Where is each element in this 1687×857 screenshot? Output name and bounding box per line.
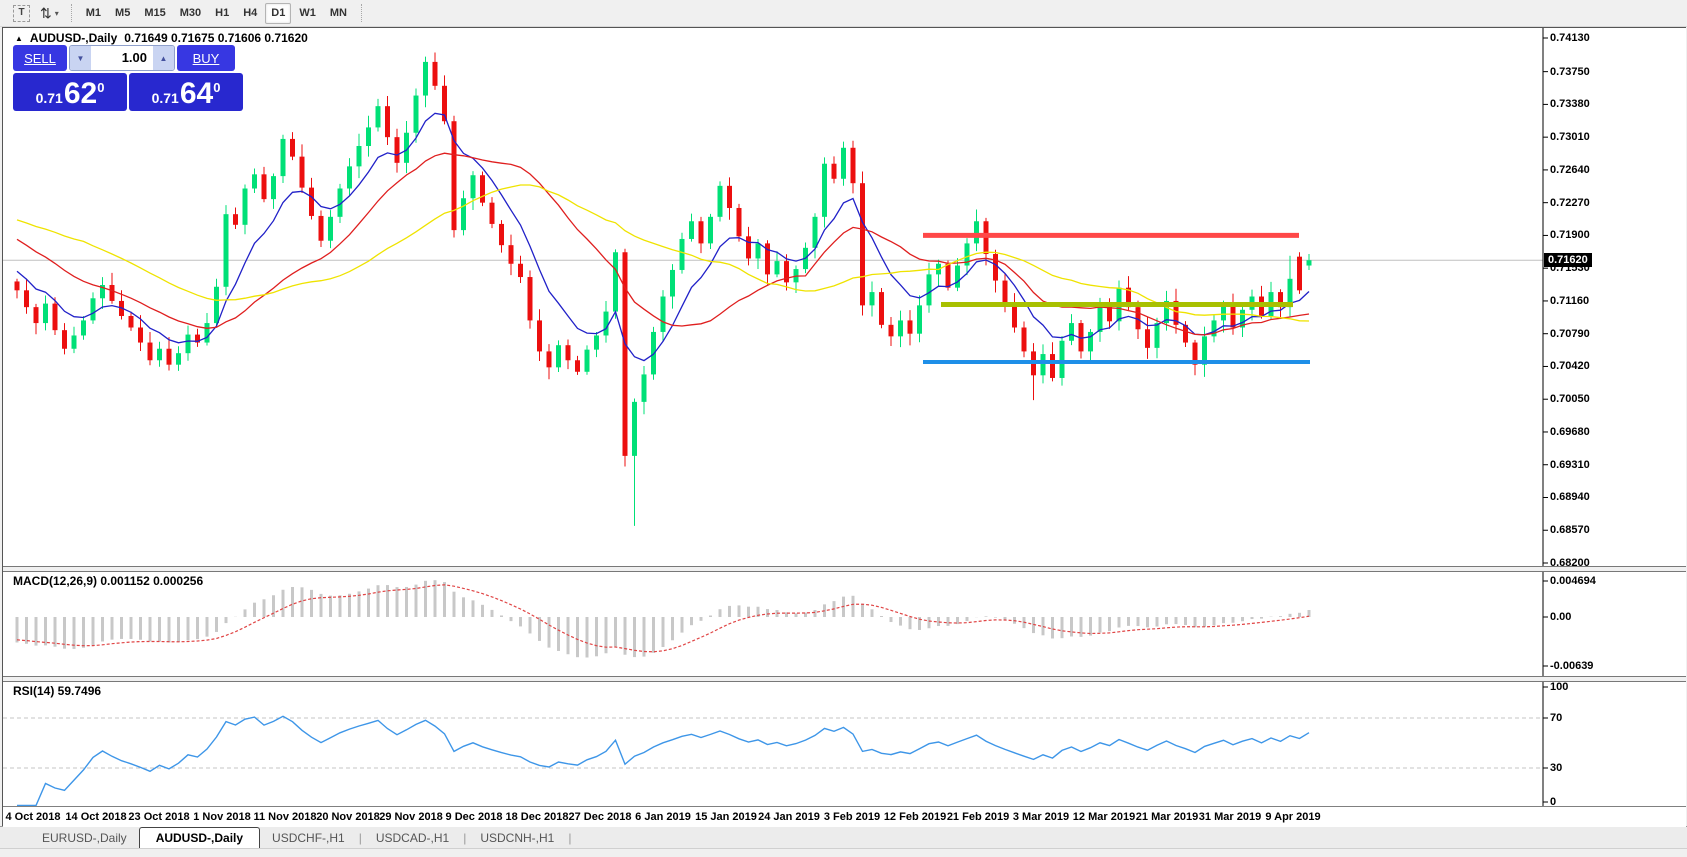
price-axis-tick: 0.72640: [1550, 164, 1590, 176]
chart-window: ▲ AUDUSD-,Daily 0.71649 0.71675 0.71606 …: [2, 27, 1686, 827]
rsi-axis-tick: 0: [1550, 796, 1556, 808]
price-axis-tick: 0.70420: [1550, 360, 1590, 372]
toolbar-separator: [361, 4, 362, 22]
date-axis-label: 21 Feb 2019: [947, 811, 1009, 823]
panel-splitter[interactable]: [3, 676, 1686, 682]
cursor-arrows-button[interactable]: ⇅ ▾: [35, 2, 64, 24]
price-axis-tick: 0.71160: [1550, 295, 1589, 307]
date-axis-label: 12 Feb 2019: [884, 811, 946, 823]
timeframe-button-d1[interactable]: D1: [265, 3, 291, 24]
price-axis-tick: 0.68940: [1550, 491, 1590, 503]
buy-price-prefix: 0.71: [152, 88, 179, 108]
date-axis-label: 18 Dec 2018: [506, 811, 569, 823]
date-axis-label: 9 Apr 2019: [1265, 811, 1320, 823]
chart-tab-eurusd-daily[interactable]: EURUSD-,Daily: [30, 828, 139, 848]
date-axis-label: 3 Feb 2019: [824, 811, 880, 823]
timeframe-button-m30[interactable]: M30: [174, 3, 207, 24]
chart-tab-usdcnh-h1[interactable]: USDCNH-,H1: [468, 828, 566, 848]
panel-splitter[interactable]: [3, 566, 1686, 572]
chart-symbol-title: AUDUSD-,Daily: [30, 31, 117, 45]
top-toolbar: T ⇅ ▾ M1M5M15M30H1H4D1W1MN: [0, 0, 1687, 27]
timeframe-button-h4[interactable]: H4: [237, 3, 263, 24]
tab-separator: |: [568, 831, 571, 845]
date-axis-label: 3 Mar 2019: [1013, 811, 1069, 823]
chart-canvas[interactable]: [3, 28, 1686, 826]
one-click-trade-widget: SELL ▼ 1.00 ▲ BUY 0.71 62 0 0.71 64 0: [13, 45, 243, 111]
price-axis-tick: 0.74130: [1550, 32, 1590, 44]
volume-input[interactable]: 1.00: [91, 46, 153, 70]
date-axis-label: 4 Oct 2018: [5, 811, 60, 823]
price-axis-tick: 0.73380: [1550, 98, 1590, 110]
chart-ohlc-values: 0.71649 0.71675 0.71606 0.71620: [124, 31, 308, 45]
chart-tab-bar: EURUSD-,DailyAUDUSD-,DailyUSDCHF-,H1|USD…: [0, 826, 1687, 848]
buy-button[interactable]: BUY: [177, 45, 235, 71]
date-axis-label: 11 Nov 2018: [254, 811, 317, 823]
timeframe-button-h1[interactable]: H1: [209, 3, 235, 24]
chevron-down-icon: ▾: [55, 9, 59, 18]
timeframe-button-m15[interactable]: M15: [138, 3, 171, 24]
chart-tab-usdcad-h1[interactable]: USDCAD-,H1: [364, 828, 461, 848]
sell-price-prefix: 0.71: [36, 88, 63, 108]
sell-button[interactable]: SELL: [13, 45, 67, 71]
timeframe-group: M1M5M15M30H1H4D1W1MN: [79, 3, 354, 24]
sell-price-pipette: 0: [97, 73, 104, 103]
date-axis-label: 12 Mar 2019: [1073, 811, 1135, 823]
date-axis-label: 31 Mar 2019: [1199, 811, 1261, 823]
price-axis-tick: 0.70050: [1550, 393, 1590, 405]
rsi-axis-tick: 30: [1550, 762, 1562, 774]
macd-axis-tick: 0.004694: [1550, 575, 1596, 587]
date-axis: 4 Oct 2018 14 Oct 201823 Oct 2018 1 Nov 20…: [3, 806, 1686, 827]
sell-price-pips: 62: [64, 80, 97, 108]
date-axis-label: 14 Oct 2018: [65, 811, 126, 823]
date-axis-label: 15 Jan 2019: [695, 811, 757, 823]
rsi-axis-tick: 70: [1550, 712, 1562, 724]
panel-toggle-icon[interactable]: ▲: [15, 34, 23, 43]
timeframe-button-m5[interactable]: M5: [109, 3, 136, 24]
rsi-axis-tick: 100: [1550, 681, 1568, 693]
volume-decrease-button[interactable]: ▼: [70, 46, 91, 70]
volume-stepper: ▼ 1.00 ▲: [69, 45, 175, 71]
chart-tab-usdchf-h1[interactable]: USDCHF-,H1: [260, 828, 357, 848]
price-axis-tick: 0.68200: [1550, 557, 1590, 569]
price-axis-tick: 0.72270: [1550, 197, 1590, 209]
price-axis-tick: 0.68570: [1550, 524, 1590, 536]
price-axis-tick: 0.69680: [1550, 426, 1590, 438]
price-axis-tick: 0.71900: [1550, 229, 1590, 241]
text-tool-button[interactable]: T: [8, 2, 35, 24]
timeframe-button-m1[interactable]: M1: [80, 3, 107, 24]
date-axis-label: 24 Jan 2019: [758, 811, 820, 823]
price-axis-tick: 0.70790: [1550, 328, 1590, 340]
date-axis-label: 21 Mar 2019: [1136, 811, 1198, 823]
current-price-tag: 0.71620: [1544, 253, 1592, 267]
price-axis-tick: 0.69310: [1550, 459, 1590, 471]
date-axis-label: 6 Jan 2019: [635, 811, 691, 823]
rsi-label: RSI(14) 59.7496: [13, 684, 101, 698]
date-axis-label: 27 Dec 2018: [569, 811, 632, 823]
macd-label: MACD(12,26,9) 0.001152 0.000256: [13, 574, 203, 588]
arrows-icon: ⇅: [40, 5, 52, 22]
buy-price-pipette: 0: [213, 73, 220, 103]
volume-increase-button[interactable]: ▲: [153, 46, 174, 70]
sell-price-panel[interactable]: 0.71 62 0: [13, 73, 127, 111]
date-axis-label: 29 Nov 2018: [379, 811, 443, 823]
toolbar-separator: [71, 4, 72, 22]
chart-title-bar: ▲ AUDUSD-,Daily 0.71649 0.71675 0.71606 …: [15, 31, 308, 45]
date-axis-label: 20 Nov 2018: [316, 811, 380, 823]
date-axis-label: 1 Nov 2018: [193, 811, 250, 823]
macd-axis-tick: -0.00639: [1550, 660, 1593, 672]
price-axis-tick: 0.73010: [1550, 131, 1590, 143]
buy-price-pips: 64: [180, 80, 213, 108]
buy-price-panel[interactable]: 0.71 64 0: [129, 73, 243, 111]
tab-separator: |: [359, 831, 362, 845]
text-tool-icon: T: [13, 5, 30, 22]
price-axis-tick: 0.73750: [1550, 66, 1590, 78]
date-axis-label: 23 Oct 2018: [128, 811, 189, 823]
timeframe-button-w1[interactable]: W1: [293, 3, 322, 24]
tab-separator: |: [463, 831, 466, 845]
date-axis-label: 9 Dec 2018: [446, 811, 503, 823]
macd-axis-tick: 0.00: [1550, 611, 1571, 623]
timeframe-button-mn[interactable]: MN: [324, 3, 353, 24]
chart-tab-audusd-daily[interactable]: AUDUSD-,Daily: [139, 827, 260, 848]
